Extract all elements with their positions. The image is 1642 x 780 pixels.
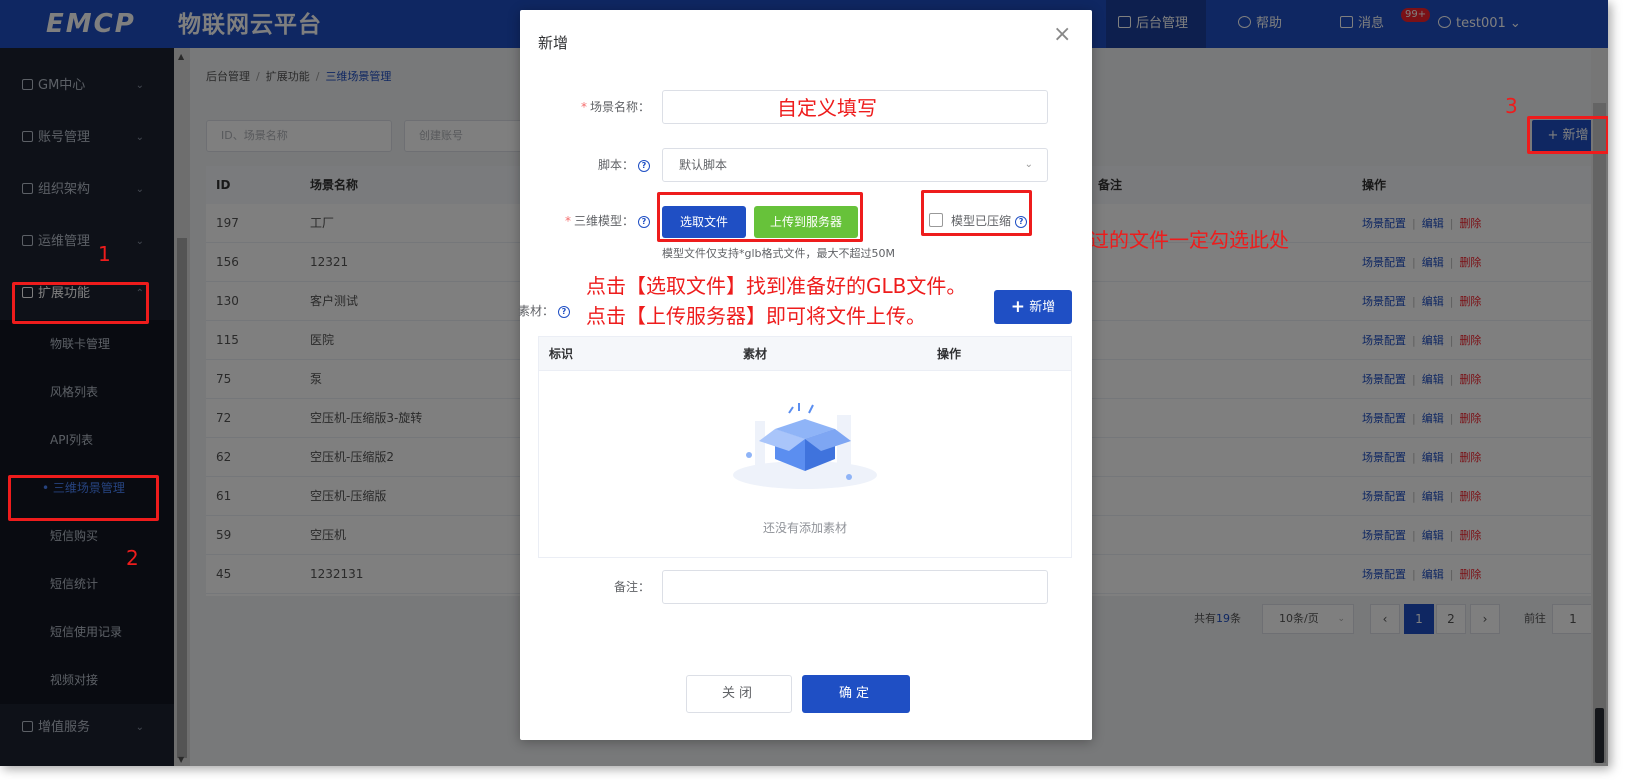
label-3d-model: * 三维模型：?: [540, 212, 650, 229]
plus-icon: +: [1010, 297, 1026, 317]
annotation-instruction-2: 点击【上传服务器】即可将文件上传。: [586, 304, 926, 328]
annotation-step-3: 3: [1505, 94, 1518, 118]
column-header-ops: 操作: [937, 347, 962, 361]
dialog-close-button[interactable]: 关闭: [686, 675, 792, 713]
remark-input[interactable]: [662, 570, 1048, 604]
empty-material-text: 还没有添加素材: [762, 521, 847, 535]
annotation-box-extensions: [12, 282, 149, 324]
label-text: 场景名称：: [589, 100, 650, 114]
annotation-box-compressed: [921, 190, 1032, 236]
scene-name-value: 自定义填写: [777, 96, 877, 120]
label-scene-name: * 场景名称：: [540, 98, 650, 115]
dialog-confirm-button[interactable]: 确定: [802, 675, 910, 713]
label-script: 脚本：?: [540, 156, 650, 173]
label-text: 脚本：: [597, 158, 634, 172]
script-select-value: 默认脚本: [679, 158, 728, 172]
annotation-box-add: [1527, 116, 1608, 154]
label-text: 备注：: [613, 580, 650, 594]
column-header-tag: 标识: [549, 347, 574, 361]
help-icon[interactable]: ?: [638, 216, 650, 228]
required-mark: *: [564, 214, 571, 228]
dialog-title: 新增: [538, 34, 569, 52]
model-file-hint: 模型文件仅支持*glb格式文件，最大不超过50M: [662, 247, 896, 260]
material-table-header: 标识 素材 操作: [539, 337, 1071, 371]
required-mark: *: [580, 100, 587, 114]
chevron-down-icon: ⌄: [1024, 159, 1033, 170]
annotation-instruction-1: 点击【选取文件】找到准备好的GLB文件。: [586, 274, 967, 298]
column-header-material: 素材: [743, 347, 768, 361]
empty-box-icon: [733, 403, 877, 489]
label-text: 素材：: [517, 304, 554, 318]
scene-name-input[interactable]: 自定义填写: [662, 90, 1048, 124]
label-material: 素材：?: [460, 302, 570, 319]
annotation-box-3d-scene: [8, 475, 159, 521]
material-table: 标识 素材 操作 还没有添加素材: [538, 336, 1072, 558]
annotation-step-2: 2: [126, 546, 139, 570]
add-scene-dialog: 新增 × * 场景名称： 自定义填写 脚本：? 默认脚本 ⌄ * 三维模型：? 选取…: [518, 10, 1092, 740]
close-icon[interactable]: ×: [1053, 24, 1071, 46]
app-window: EMCP 物联网云平台 后台管理 帮助 消息 99+ test001 ⌄ GM中…: [0, 0, 1608, 766]
label-text: 三维模型：: [573, 214, 634, 228]
annotation-step-1: 1: [98, 242, 111, 266]
label-remark: 备注：: [540, 578, 650, 595]
help-icon[interactable]: ?: [558, 306, 570, 318]
script-select[interactable]: 默认脚本 ⌄: [662, 148, 1048, 182]
add-material-button[interactable]: + 新增: [994, 290, 1072, 324]
add-material-label: 新增: [1029, 300, 1056, 315]
annotation-box-file-buttons: [657, 192, 863, 242]
help-icon[interactable]: ?: [638, 160, 650, 172]
